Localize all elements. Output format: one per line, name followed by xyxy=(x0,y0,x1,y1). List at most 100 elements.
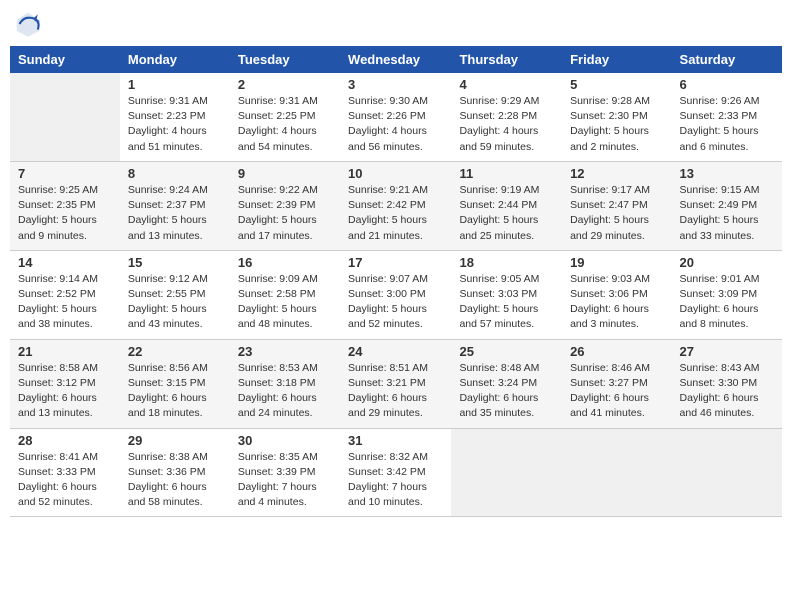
calendar-cell: 26 Sunrise: 8:46 AM Sunset: 3:27 PM Dayli… xyxy=(562,339,671,428)
day-number: 25 xyxy=(459,344,554,359)
calendar-cell: 9 Sunrise: 9:22 AM Sunset: 2:39 PM Daylig… xyxy=(230,161,340,250)
day-info: Sunrise: 9:24 AM Sunset: 2:37 PM Dayligh… xyxy=(128,183,222,244)
calendar-week-row: 1 Sunrise: 9:31 AM Sunset: 2:23 PM Daylig… xyxy=(10,73,782,161)
day-info: Sunrise: 9:17 AM Sunset: 2:47 PM Dayligh… xyxy=(570,183,663,244)
day-info: Sunrise: 8:48 AM Sunset: 3:24 PM Dayligh… xyxy=(459,361,554,422)
day-number: 15 xyxy=(128,255,222,270)
calendar-cell: 21 Sunrise: 8:58 AM Sunset: 3:12 PM Dayli… xyxy=(10,339,120,428)
day-info: Sunrise: 9:30 AM Sunset: 2:26 PM Dayligh… xyxy=(348,94,443,155)
day-number: 21 xyxy=(18,344,112,359)
calendar-cell: 23 Sunrise: 8:53 AM Sunset: 3:18 PM Dayli… xyxy=(230,339,340,428)
day-info: Sunrise: 8:51 AM Sunset: 3:21 PM Dayligh… xyxy=(348,361,443,422)
day-number: 14 xyxy=(18,255,112,270)
calendar-week-row: 21 Sunrise: 8:58 AM Sunset: 3:12 PM Dayli… xyxy=(10,339,782,428)
day-info: Sunrise: 9:21 AM Sunset: 2:42 PM Dayligh… xyxy=(348,183,443,244)
weekday-header: Tuesday xyxy=(230,46,340,73)
day-number: 19 xyxy=(570,255,663,270)
calendar-cell: 13 Sunrise: 9:15 AM Sunset: 2:49 PM Dayli… xyxy=(672,161,782,250)
calendar-cell xyxy=(672,428,782,517)
day-number: 16 xyxy=(238,255,332,270)
calendar-week-row: 7Sunrise: 9:25 AM Sunset: 2:35 PM Daylig… xyxy=(10,161,782,250)
day-number: 12 xyxy=(570,166,663,181)
day-info: Sunrise: 9:14 AM Sunset: 2:52 PM Dayligh… xyxy=(18,272,112,333)
day-number: 28 xyxy=(18,433,112,448)
weekday-header: Wednesday xyxy=(340,46,451,73)
day-number: 13 xyxy=(680,166,774,181)
calendar-cell: 10 Sunrise: 9:21 AM Sunset: 2:42 PM Dayli… xyxy=(340,161,451,250)
day-number: 31 xyxy=(348,433,443,448)
day-info: Sunrise: 9:22 AM Sunset: 2:39 PM Dayligh… xyxy=(238,183,332,244)
calendar-week-row: 28Sunrise: 8:41 AM Sunset: 3:33 PM Dayli… xyxy=(10,428,782,517)
weekday-header: Thursday xyxy=(451,46,562,73)
weekday-header-row: SundayMondayTuesdayWednesdayThursdayFrid… xyxy=(10,46,782,73)
calendar-cell: 25 Sunrise: 8:48 AM Sunset: 3:24 PM Dayli… xyxy=(451,339,562,428)
day-info: Sunrise: 9:26 AM Sunset: 2:33 PM Dayligh… xyxy=(680,94,774,155)
calendar-cell: 7Sunrise: 9:25 AM Sunset: 2:35 PM Daylig… xyxy=(10,161,120,250)
calendar-cell: 2 Sunrise: 9:31 AM Sunset: 2:25 PM Daylig… xyxy=(230,73,340,161)
calendar-cell: 8 Sunrise: 9:24 AM Sunset: 2:37 PM Daylig… xyxy=(120,161,230,250)
calendar-cell: 31 Sunrise: 8:32 AM Sunset: 3:42 PM Dayli… xyxy=(340,428,451,517)
day-info: Sunrise: 9:03 AM Sunset: 3:06 PM Dayligh… xyxy=(570,272,663,333)
day-number: 3 xyxy=(348,77,443,92)
day-number: 18 xyxy=(459,255,554,270)
calendar-cell: 22 Sunrise: 8:56 AM Sunset: 3:15 PM Dayli… xyxy=(120,339,230,428)
day-info: Sunrise: 9:09 AM Sunset: 2:58 PM Dayligh… xyxy=(238,272,332,333)
day-number: 17 xyxy=(348,255,443,270)
day-number: 2 xyxy=(238,77,332,92)
calendar-cell xyxy=(451,428,562,517)
day-number: 30 xyxy=(238,433,332,448)
day-number: 9 xyxy=(238,166,332,181)
calendar-table: SundayMondayTuesdayWednesdayThursdayFrid… xyxy=(10,46,782,517)
day-info: Sunrise: 8:38 AM Sunset: 3:36 PM Dayligh… xyxy=(128,450,222,511)
calendar-cell: 16 Sunrise: 9:09 AM Sunset: 2:58 PM Dayli… xyxy=(230,250,340,339)
day-info: Sunrise: 8:53 AM Sunset: 3:18 PM Dayligh… xyxy=(238,361,332,422)
day-info: Sunrise: 9:15 AM Sunset: 2:49 PM Dayligh… xyxy=(680,183,774,244)
day-info: Sunrise: 9:31 AM Sunset: 2:23 PM Dayligh… xyxy=(128,94,222,155)
weekday-header: Saturday xyxy=(672,46,782,73)
calendar-cell: 17 Sunrise: 9:07 AM Sunset: 3:00 PM Dayli… xyxy=(340,250,451,339)
calendar-cell: 14 Sunrise: 9:14 AM Sunset: 2:52 PM Dayli… xyxy=(10,250,120,339)
day-number: 22 xyxy=(128,344,222,359)
day-info: Sunrise: 9:01 AM Sunset: 3:09 PM Dayligh… xyxy=(680,272,774,333)
day-number: 10 xyxy=(348,166,443,181)
weekday-header: Monday xyxy=(120,46,230,73)
day-info: Sunrise: 8:58 AM Sunset: 3:12 PM Dayligh… xyxy=(18,361,112,422)
day-info: Sunrise: 8:35 AM Sunset: 3:39 PM Dayligh… xyxy=(238,450,332,511)
day-number: 6 xyxy=(680,77,774,92)
calendar-cell: 20 Sunrise: 9:01 AM Sunset: 3:09 PM Dayli… xyxy=(672,250,782,339)
calendar-week-row: 14 Sunrise: 9:14 AM Sunset: 2:52 PM Dayli… xyxy=(10,250,782,339)
page-header xyxy=(10,10,782,38)
day-number: 27 xyxy=(680,344,774,359)
calendar-cell: 29Sunrise: 8:38 AM Sunset: 3:36 PM Dayli… xyxy=(120,428,230,517)
calendar-cell: 1 Sunrise: 9:31 AM Sunset: 2:23 PM Daylig… xyxy=(120,73,230,161)
day-info: Sunrise: 9:19 AM Sunset: 2:44 PM Dayligh… xyxy=(459,183,554,244)
day-info: Sunrise: 9:07 AM Sunset: 3:00 PM Dayligh… xyxy=(348,272,443,333)
calendar-cell: 24 Sunrise: 8:51 AM Sunset: 3:21 PM Dayli… xyxy=(340,339,451,428)
calendar-cell: 27 Sunrise: 8:43 AM Sunset: 3:30 PM Dayli… xyxy=(672,339,782,428)
day-number: 4 xyxy=(459,77,554,92)
day-info: Sunrise: 9:05 AM Sunset: 3:03 PM Dayligh… xyxy=(459,272,554,333)
day-number: 24 xyxy=(348,344,443,359)
day-info: Sunrise: 9:29 AM Sunset: 2:28 PM Dayligh… xyxy=(459,94,554,155)
day-info: Sunrise: 8:32 AM Sunset: 3:42 PM Dayligh… xyxy=(348,450,443,511)
day-info: Sunrise: 9:12 AM Sunset: 2:55 PM Dayligh… xyxy=(128,272,222,333)
calendar-cell: 15 Sunrise: 9:12 AM Sunset: 2:55 PM Dayli… xyxy=(120,250,230,339)
calendar-cell: 3 Sunrise: 9:30 AM Sunset: 2:26 PM Daylig… xyxy=(340,73,451,161)
day-info: Sunrise: 9:31 AM Sunset: 2:25 PM Dayligh… xyxy=(238,94,332,155)
calendar-cell: 4 Sunrise: 9:29 AM Sunset: 2:28 PM Daylig… xyxy=(451,73,562,161)
day-number: 26 xyxy=(570,344,663,359)
logo xyxy=(14,10,46,38)
calendar-cell: 11Sunrise: 9:19 AM Sunset: 2:44 PM Dayli… xyxy=(451,161,562,250)
day-number: 1 xyxy=(128,77,222,92)
logo-icon xyxy=(14,10,42,38)
day-number: 23 xyxy=(238,344,332,359)
day-number: 8 xyxy=(128,166,222,181)
day-info: Sunrise: 9:25 AM Sunset: 2:35 PM Dayligh… xyxy=(18,183,112,244)
day-info: Sunrise: 8:56 AM Sunset: 3:15 PM Dayligh… xyxy=(128,361,222,422)
calendar-cell: 18 Sunrise: 9:05 AM Sunset: 3:03 PM Dayli… xyxy=(451,250,562,339)
day-info: Sunrise: 8:43 AM Sunset: 3:30 PM Dayligh… xyxy=(680,361,774,422)
day-number: 20 xyxy=(680,255,774,270)
day-info: Sunrise: 8:46 AM Sunset: 3:27 PM Dayligh… xyxy=(570,361,663,422)
day-number: 5 xyxy=(570,77,663,92)
calendar-cell xyxy=(10,73,120,161)
